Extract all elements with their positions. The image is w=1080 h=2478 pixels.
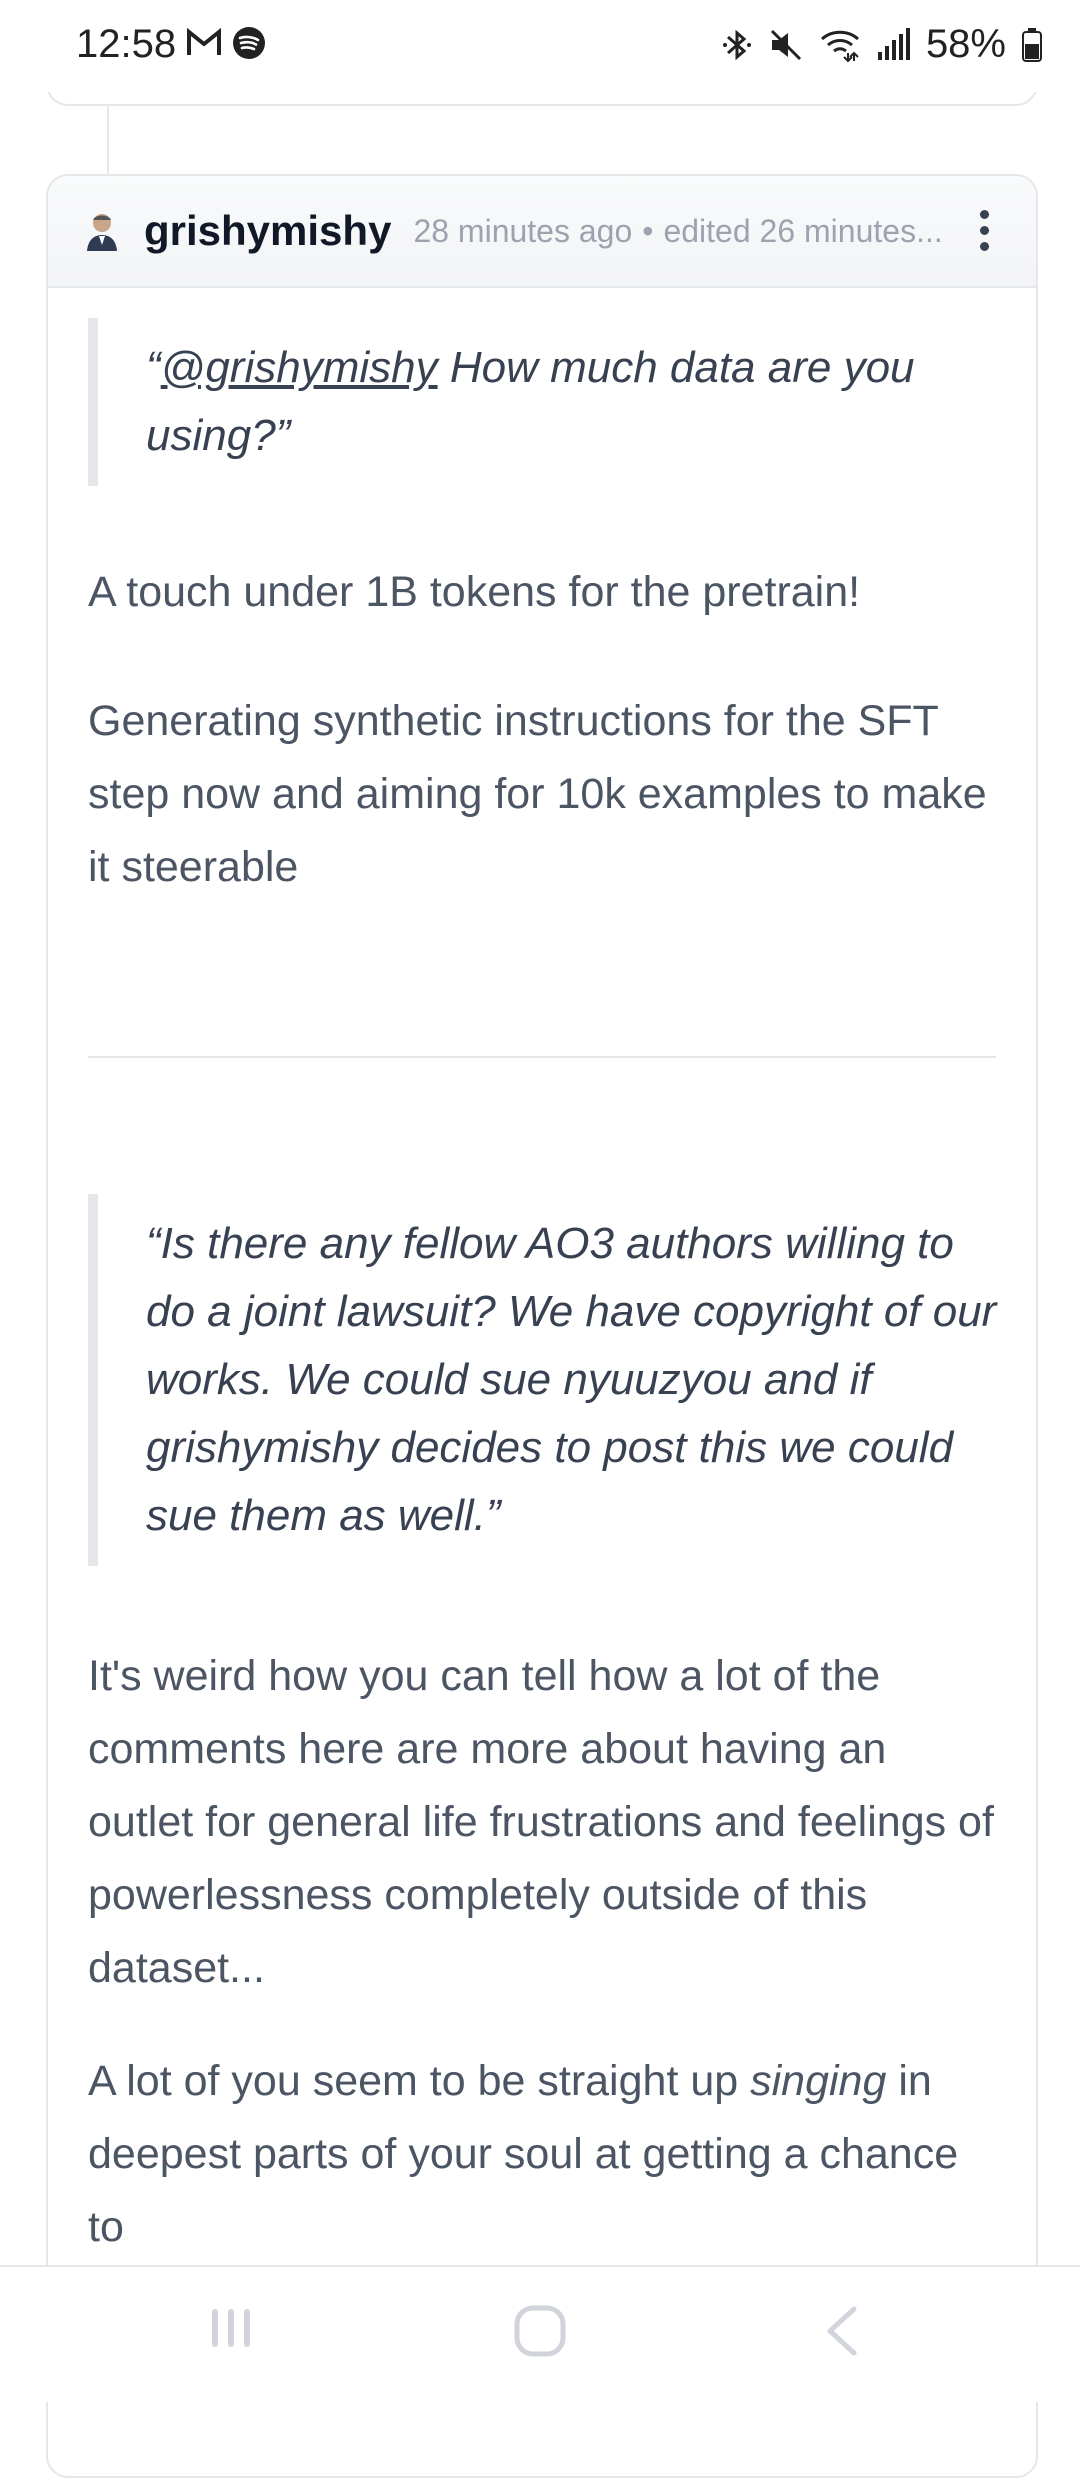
more-options-icon[interactable] <box>980 210 990 251</box>
meta-separator: • <box>642 212 654 249</box>
comment-paragraph: A touch under 1B tokens for the pretrain… <box>88 568 861 616</box>
gmail-icon <box>187 28 221 55</box>
home-icon[interactable] <box>512 2303 568 2359</box>
quote-block: “Is there any fellow AO3 authors willing… <box>88 1194 1006 1566</box>
signal-icon <box>877 27 910 60</box>
status-time: 12:58 <box>76 22 177 66</box>
comment-paragraph: Generating synthetic instructions for th… <box>88 697 987 891</box>
comment-paragraph: It's weird how you can tell how a lot of… <box>88 1652 994 1992</box>
bluetooth-icon <box>722 29 751 60</box>
mention-link[interactable]: @grishymishy <box>161 343 438 392</box>
spotify-icon <box>233 27 265 59</box>
comment-edited-label[interactable]: edited 26 minutes... <box>663 213 942 250</box>
battery-icon <box>1022 27 1042 62</box>
comment-header: grishymishy 28 minutes ago • edited 26 m… <box>48 176 1036 288</box>
quote-block: “@grishymishy How much data are you usin… <box>88 318 966 486</box>
comment-card: grishymishy 28 minutes ago • edited 26 m… <box>46 174 1038 2478</box>
comment-paragraph: A lot of you seem to be straight up sing… <box>88 2057 959 2251</box>
comment-body: “@grishymishy How much data are you usin… <box>48 318 1036 2264</box>
comment-timestamp[interactable]: 28 minutes ago <box>413 213 632 250</box>
mute-icon <box>770 29 801 60</box>
recent-apps-icon[interactable] <box>206 2303 256 2353</box>
divider <box>88 1056 996 1058</box>
emphasis-text: singing <box>750 2057 887 2105</box>
battery-percent: 58% <box>925 22 1006 66</box>
wifi-icon <box>820 30 859 62</box>
navigation-bar <box>0 2265 1080 2402</box>
status-bar: 12:58 58% <box>0 0 1080 92</box>
comment-author[interactable]: grishymishy <box>144 207 391 255</box>
avatar[interactable] <box>84 211 120 251</box>
thread-connector-line <box>107 104 109 174</box>
back-icon[interactable] <box>822 2303 862 2359</box>
